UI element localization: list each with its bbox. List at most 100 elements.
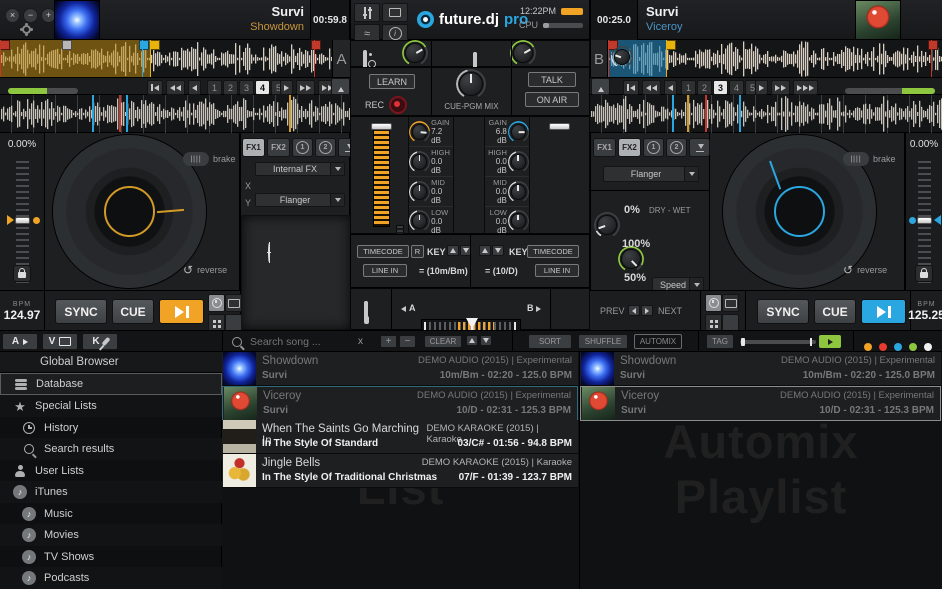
sidebar-item-music[interactable]: Music [0,503,222,524]
midi-learn-button[interactable]: LEARN [369,74,415,89]
fx-x-dropdown[interactable]: Flanger [255,193,345,207]
shuffle-button[interactable]: SHUFFLE [578,334,628,349]
sidebar-item-tv-shows[interactable]: TV Shows [0,546,222,567]
reverse-icon[interactable]: ↺ [843,263,853,277]
track-row[interactable]: ShowdownDEMO AUDIO (2015) | Experimental… [222,352,578,386]
fx2-tab[interactable]: FX2 [618,138,641,157]
channel-b-mid-knob[interactable] [511,184,526,200]
automix-button[interactable]: AUTOMIX [634,334,682,349]
deck-b-bpm-tap-button[interactable]: BPM [591,78,610,95]
fx-xy-pad[interactable] [241,215,351,330]
sidebar-item-search-results[interactable]: Search results [0,438,222,460]
move-down-button[interactable] [480,335,492,346]
deck-a-pitch-lock-button[interactable] [13,265,31,282]
track-row[interactable]: ViceroyDEMO AUDIO (2015) | Experimental … [222,386,578,421]
deck-a-autoplay-toggle[interactable] [208,294,225,312]
sidebar-item-history[interactable]: History [0,417,222,438]
rewind-button[interactable] [166,80,185,95]
beat-jump-4[interactable]: 4 [729,80,744,95]
deck-b-beat-waveform[interactable] [590,95,942,133]
tag-dot-orange[interactable] [864,343,872,351]
preview-slider-handle[interactable] [741,338,745,346]
deck-b-pitch-handle[interactable] [917,217,932,224]
channel-b-low-knob[interactable] [511,213,526,229]
timecode-a-button[interactable]: TIMECODE [357,245,409,258]
beat-jump-4[interactable]: 4 [255,80,270,95]
fx-preset-2-tab[interactable]: 2 [666,138,687,157]
karaoke-filter-button[interactable]: K [82,333,118,350]
beat-jump-2[interactable]: 2 [697,80,712,95]
fx-download-tab[interactable] [689,138,710,157]
reverse-icon[interactable]: ↺ [183,263,193,277]
fx1-tab[interactable]: FX1 [593,138,616,157]
deck-b-autoplay-toggle[interactable] [705,294,722,312]
channel-a-headphone-cue-button[interactable] [364,301,368,320]
skip-start-button[interactable] [623,80,639,95]
timecode-r-a-button[interactable]: R [411,245,424,258]
clear-button[interactable]: CLEAR [424,335,462,348]
channel-a-volume-fader[interactable] [373,125,390,227]
fast-forward-button[interactable] [771,80,790,95]
track-row[interactable]: ShowdownDEMO AUDIO (2015) | Experimental… [580,352,941,386]
sidebar-item-podcasts[interactable]: Podcasts [0,567,222,589]
tag-dot-blue[interactable] [894,343,902,351]
deck-b-play-button[interactable] [861,299,906,324]
beat-jump-3[interactable]: 3 [239,80,254,95]
sidebar-item-user-lists[interactable]: User Lists [0,460,222,481]
key-b-up-button[interactable] [479,245,491,256]
sort-button[interactable]: SORT [528,334,572,349]
beat-jump-2[interactable]: 2 [223,80,238,95]
record-button[interactable] [389,96,407,114]
deck-b-next-button[interactable] [641,305,653,316]
channel-b-fader-handle[interactable] [549,123,570,130]
close-button[interactable]: × [5,8,20,23]
deck-b-video-toggle[interactable] [722,294,739,312]
fx-preset-1-tab[interactable]: 1 [292,138,313,157]
beat-jump-1[interactable]: 1 [681,80,696,95]
tag-button[interactable]: TAG [706,334,734,349]
deck-a-bpm-tap-button[interactable]: BPM [331,78,350,95]
minimize-button[interactable]: − [23,8,38,23]
line-in-a-button[interactable]: LINE IN [363,264,407,277]
on-air-button[interactable]: ON AIR [525,92,579,107]
timecode-b-button[interactable]: TIMECODE [527,245,579,258]
deck-b-overview-waveform[interactable]: B [590,40,942,78]
preview-play-button[interactable] [819,335,841,348]
deck-a-sync-button[interactable]: SYNC [55,299,107,324]
headphone-volume-knob[interactable] [513,43,533,63]
cue-pgm-mix-knob[interactable] [459,72,483,96]
fx-preset-2-tab[interactable]: 2 [315,138,336,157]
fx-preset-1-tab[interactable]: 1 [643,138,664,157]
search-clear-icon[interactable]: x [358,336,363,347]
tag-dot-green[interactable] [909,343,917,351]
deck-a-brake-button[interactable]: |||| [183,152,209,166]
channel-a-gain-knob[interactable] [412,124,427,140]
track-row[interactable]: ViceroyDEMO AUDIO (2015) | Experimental … [580,386,941,421]
deck-b-sync-button[interactable]: SYNC [757,299,809,324]
video-filter-button[interactable]: V [42,333,78,350]
channel-b-gain-knob[interactable] [511,124,526,140]
deck-a-video-toggle[interactable] [225,294,242,312]
fx-drywet-knob[interactable] [597,215,617,235]
fullscreen-button[interactable] [382,3,408,22]
sidebar-item-special-lists[interactable]: Special Lists [0,395,222,417]
channel-a-fader-handle[interactable] [371,123,392,130]
deck-a-pitch-handle[interactable] [15,217,30,224]
search-input[interactable] [248,335,352,349]
audio-filter-button[interactable]: A [2,333,38,350]
fx-slot-dropdown[interactable]: Flanger [603,166,699,182]
channel-a-low-knob[interactable] [412,213,427,229]
channel-a-high-knob[interactable] [412,154,427,170]
fx-speed-knob[interactable] [621,249,641,269]
deck-a-play-button[interactable] [159,299,204,324]
mixer-view-button[interactable] [354,3,380,22]
step-back-button[interactable] [664,80,677,95]
tag-dot-white[interactable] [924,343,932,351]
tag-dot-red[interactable] [879,343,887,351]
deck-a-beat-waveform[interactable] [0,95,350,133]
deck-a-cue-button[interactable]: CUE [112,299,154,324]
skip-start-button[interactable] [147,80,163,95]
track-row[interactable]: When The Saints Go Marching InDEMO KARAO… [222,420,578,454]
track-row[interactable]: Jingle BellsDEMO KARAOKE (2015) | Karaok… [222,454,578,488]
deck-b-brake-button[interactable]: |||| [843,152,869,166]
